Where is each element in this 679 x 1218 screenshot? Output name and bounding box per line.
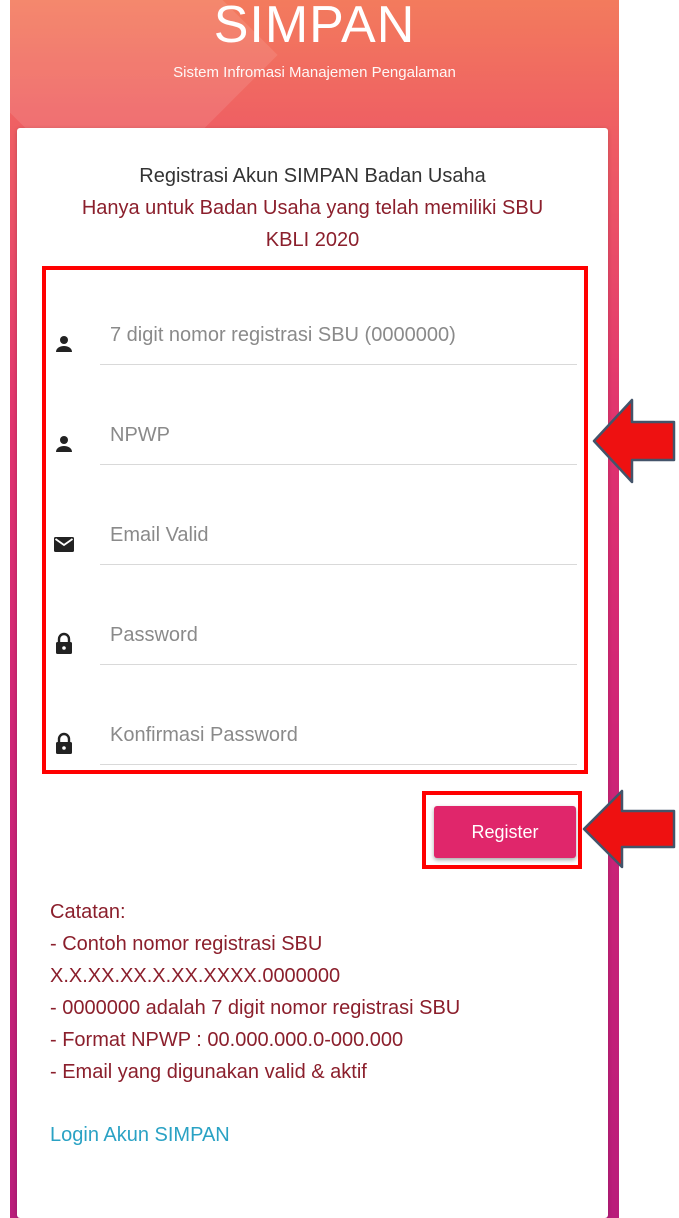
form-pointer-arrow-icon [592, 398, 676, 484]
intro-note-line2: KBLI 2020 [265, 229, 360, 251]
notes-section: Catatan: - Contoh nomor registrasi SBU X… [50, 896, 460, 1088]
login-link[interactable]: Login Akun SIMPAN [50, 1124, 230, 1147]
note-line: - Contoh nomor registrasi SBU [50, 933, 323, 955]
note-line: - Format NPWP : 00.000.000.0-000.000 [50, 1029, 404, 1051]
intro-text: Registrasi Akun SIMPAN Badan Usaha Hanya… [0, 160, 625, 256]
app-header: SIMPAN Sistem Infromasi Manajemen Pengal… [10, 0, 619, 81]
note-line: X.X.XX.XX.X.XX.XXXX.0000000 [50, 965, 341, 987]
intro-note-line1: Hanya untuk Badan Usaha yang telah memil… [81, 197, 544, 219]
notes-title: Catatan: [50, 901, 126, 923]
intro-heading: Registrasi Akun SIMPAN Badan Usaha [139, 165, 486, 187]
register-button[interactable]: Register [434, 806, 576, 858]
note-line: - 0000000 adalah 7 digit nomor registras… [50, 997, 461, 1019]
app-title: SIMPAN [213, 0, 416, 54]
app-subtitle: Sistem Infromasi Manajemen Pengalaman [173, 64, 456, 81]
button-pointer-arrow-icon [582, 789, 676, 869]
note-line: - Email yang digunakan valid & aktif [50, 1061, 367, 1083]
form-highlight-box [42, 266, 588, 774]
